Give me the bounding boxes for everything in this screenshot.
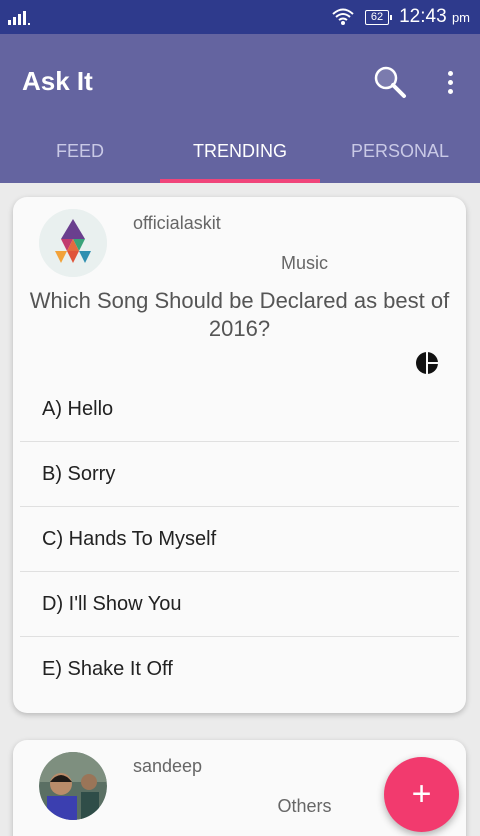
status-bar: 62 12:43 pm xyxy=(0,0,480,34)
answer-option-c[interactable]: C) Hands To Myself xyxy=(20,507,459,572)
answer-option-e[interactable]: E) Shake It Off xyxy=(20,637,459,702)
tab-personal[interactable]: PERSONAL xyxy=(320,130,480,183)
tab-trending[interactable]: TRENDING xyxy=(160,130,320,183)
answer-options: A) Hello B) Sorry C) Hands To Myself D) … xyxy=(20,377,459,702)
wifi-icon xyxy=(332,8,354,25)
post-username[interactable]: sandeep xyxy=(133,756,202,777)
battery-indicator: 62 xyxy=(364,9,393,25)
signal-icon xyxy=(8,11,30,25)
post-question: Which Song Should be Declared as best of… xyxy=(29,288,450,341)
answer-option-a[interactable]: A) Hello xyxy=(20,377,459,442)
answer-option-d[interactable]: D) I'll Show You xyxy=(20,572,459,637)
post-username[interactable]: officialaskit xyxy=(133,213,221,234)
app-bar: Ask It FEED TRENDING PERSONAL xyxy=(0,34,480,183)
app-title: Ask It xyxy=(22,66,93,96)
tab-bar: FEED TRENDING PERSONAL xyxy=(0,130,480,183)
question-card: officialaskit Music Which Song Should be… xyxy=(13,197,466,713)
more-options-icon[interactable] xyxy=(440,64,460,100)
answer-option-b[interactable]: B) Sorry xyxy=(20,442,459,507)
clock-suffix: pm xyxy=(451,10,470,25)
tab-feed[interactable]: FEED xyxy=(0,130,160,183)
add-question-button[interactable]: + xyxy=(384,757,459,832)
pie-chart-icon[interactable] xyxy=(415,351,439,375)
post-category: Music xyxy=(280,253,328,273)
search-icon[interactable] xyxy=(370,62,410,102)
clock-time: 12:43 xyxy=(399,6,447,27)
status-clock: 12:43 pm xyxy=(399,6,470,28)
